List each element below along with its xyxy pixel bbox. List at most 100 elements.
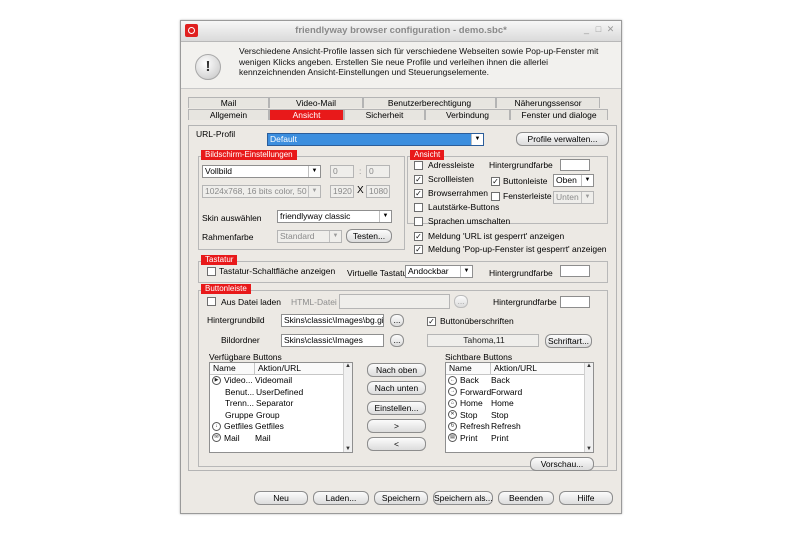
tab-ansicht[interactable]: Ansicht (269, 109, 344, 120)
address-bar-checkbox[interactable] (414, 161, 423, 170)
bg-image-browse-button[interactable]: ... (390, 314, 404, 327)
pos-y-field[interactable]: 0 (366, 165, 390, 178)
item-name: Benut... (225, 386, 255, 397)
height-field[interactable]: 1080 (366, 185, 390, 198)
tab-fenster-und-dialoge[interactable]: Fenster und dialoge (510, 109, 608, 120)
view-bg-swatch[interactable] (560, 159, 590, 171)
font-button[interactable]: Schriftart... (545, 334, 592, 348)
tab-mail[interactable]: Mail (188, 97, 269, 108)
list-item[interactable]: ▤ Print Print (446, 433, 585, 445)
tab-verbindung[interactable]: Verbindung (425, 109, 510, 120)
buttonbar-bg-swatch[interactable] (560, 296, 590, 308)
list-item[interactable]: ✕ Stop Stop (446, 410, 585, 422)
skin-select[interactable]: friendlyway classic ▼ (277, 210, 392, 223)
frame-color-select[interactable]: Standard ▼ (277, 230, 342, 243)
item-name: Video... (224, 375, 253, 385)
new-button[interactable]: Neu (254, 491, 308, 505)
close-icon[interactable]: ✕ (605, 24, 616, 35)
list-item[interactable]: ✉ Mail Mail (210, 433, 344, 445)
item-name: Mail (224, 432, 240, 443)
captions-checkbox[interactable]: ✓ (427, 317, 436, 326)
switch-languages-checkbox[interactable] (414, 217, 423, 226)
manage-profiles-button[interactable]: Profile verwalten... (516, 132, 609, 146)
buttonbar-label: Buttonleiste (503, 176, 548, 186)
list-item[interactable]: Trenn... Separator (210, 398, 344, 410)
image-folder-browse-button[interactable]: ... (390, 334, 404, 347)
available-list-header: Name Aktion/URL (210, 363, 344, 375)
exit-button[interactable]: Beenden (498, 491, 554, 505)
test-button[interactable]: Testen... (346, 229, 392, 243)
list-item[interactable]: Gruppe Group (210, 410, 344, 422)
load-from-file-checkbox[interactable] (207, 297, 216, 306)
popup-blocked-msg-checkbox[interactable]: ✓ (414, 245, 423, 254)
item-name: Gruppe (225, 409, 254, 420)
windowbar-position-select[interactable]: Unten ▼ (553, 191, 594, 204)
scroll-down-icon[interactable]: ▼ (344, 446, 352, 452)
save-button[interactable]: Speichern (374, 491, 428, 505)
tab-benutzerberechtigung[interactable]: Benutzerberechtigung (363, 97, 496, 108)
minimize-icon[interactable]: _ (581, 24, 592, 35)
item-name: Trenn... (225, 398, 254, 408)
remove-button[interactable]: < (367, 437, 426, 451)
move-up-button[interactable]: Nach oben (367, 363, 426, 377)
available-buttons-list[interactable]: Name Aktion/URL ▶ Video... Videomail Benut… (209, 362, 353, 453)
scroll-up-icon[interactable]: ▲ (585, 363, 593, 369)
item-name: Print (460, 432, 478, 443)
tab-allgemein[interactable]: Allgemein (188, 109, 269, 120)
chevron-down-icon: ▼ (308, 186, 320, 197)
save-as-button[interactable]: Speichern als... (433, 491, 493, 505)
pos-x-field[interactable]: 0 (330, 165, 354, 178)
html-file-field[interactable] (339, 294, 450, 309)
bg-image-label: Hintergrundbild (207, 315, 265, 325)
width-field[interactable]: 1920 (330, 185, 354, 198)
display-mode-select[interactable]: Vollbild ▼ (202, 165, 321, 178)
visible-buttons-list[interactable]: Name Aktion/URL ← Back Back → ForwardForwar… (445, 362, 594, 453)
col-action-header[interactable]: Aktion/URL (254, 363, 301, 374)
item-name: Forward (460, 386, 492, 397)
list-item[interactable]: ← Back Back (446, 375, 585, 387)
tab-video-mail[interactable]: Video-Mail (269, 97, 363, 108)
scroll-up-icon[interactable]: ▲ (344, 363, 352, 369)
list-item[interactable]: ↻ RefreshRefresh (446, 421, 585, 433)
load-button[interactable]: Laden... (313, 491, 369, 505)
list-item[interactable]: ↓ Getfiles Getfiles (210, 421, 344, 433)
available-buttons-title: Verfügbare Buttons (209, 352, 282, 362)
available-list-scrollbar[interactable]: ▲ ▼ (343, 363, 352, 452)
list-item[interactable]: ▶ Video... Videomail (210, 375, 344, 387)
volume-buttons-checkbox[interactable] (414, 203, 423, 212)
forward-icon: → (448, 387, 457, 397)
keyboard-bg-swatch[interactable] (560, 265, 590, 277)
list-item[interactable]: → ForwardForward (446, 387, 585, 399)
url-blocked-msg-checkbox[interactable]: ✓ (414, 232, 423, 241)
windowbar-checkbox[interactable] (491, 192, 500, 201)
move-down-button[interactable]: Nach unten (367, 381, 426, 395)
buttonbar-position-select[interactable]: Oben ▼ (553, 174, 594, 187)
scrollbars-checkbox[interactable]: ✓ (414, 175, 423, 184)
col-name-header[interactable]: Name (213, 363, 236, 374)
virtual-keyboard-select[interactable]: Andockbar ▼ (405, 265, 473, 278)
tab-sicherheit[interactable]: Sicherheit (344, 109, 425, 120)
buttonbar-checkbox[interactable]: ✓ (491, 177, 500, 186)
browser-frame-checkbox[interactable]: ✓ (414, 189, 423, 198)
tab-naeherungssensor[interactable]: Näherungssensor (496, 97, 600, 108)
configure-button[interactable]: Einstellen... (367, 401, 426, 415)
scroll-down-icon[interactable]: ▼ (585, 446, 593, 452)
url-profile-select[interactable]: Default ▼ (267, 133, 484, 146)
list-item[interactable]: ⌂ Home Home (446, 398, 585, 410)
html-file-browse-button[interactable]: ... (454, 295, 468, 308)
preview-button[interactable]: Vorschau... (530, 457, 594, 471)
col-action-header[interactable]: Aktion/URL (490, 363, 537, 374)
col-name-header[interactable]: Name (449, 363, 472, 374)
list-item[interactable]: Benut... UserDefined (210, 387, 344, 399)
maximize-icon[interactable]: □ (593, 24, 604, 35)
image-folder-field[interactable]: Skins\classic\Images (281, 334, 384, 347)
keyboard-button-checkbox[interactable] (207, 267, 216, 276)
bg-image-field[interactable]: Skins\classic\Images\bg.gif (281, 314, 384, 327)
help-button[interactable]: Hilfe (559, 491, 613, 505)
image-folder-label: Bildordner (221, 335, 260, 345)
visible-list-scrollbar[interactable]: ▲ ▼ (584, 363, 593, 452)
resolution-select[interactable]: 1024x768, 16 bits color, 50 Her ▼ (202, 185, 321, 198)
captions-label: Buttonüberschriften (440, 316, 514, 326)
add-button[interactable]: > (367, 419, 426, 433)
view-group-title: Ansicht (410, 150, 445, 160)
